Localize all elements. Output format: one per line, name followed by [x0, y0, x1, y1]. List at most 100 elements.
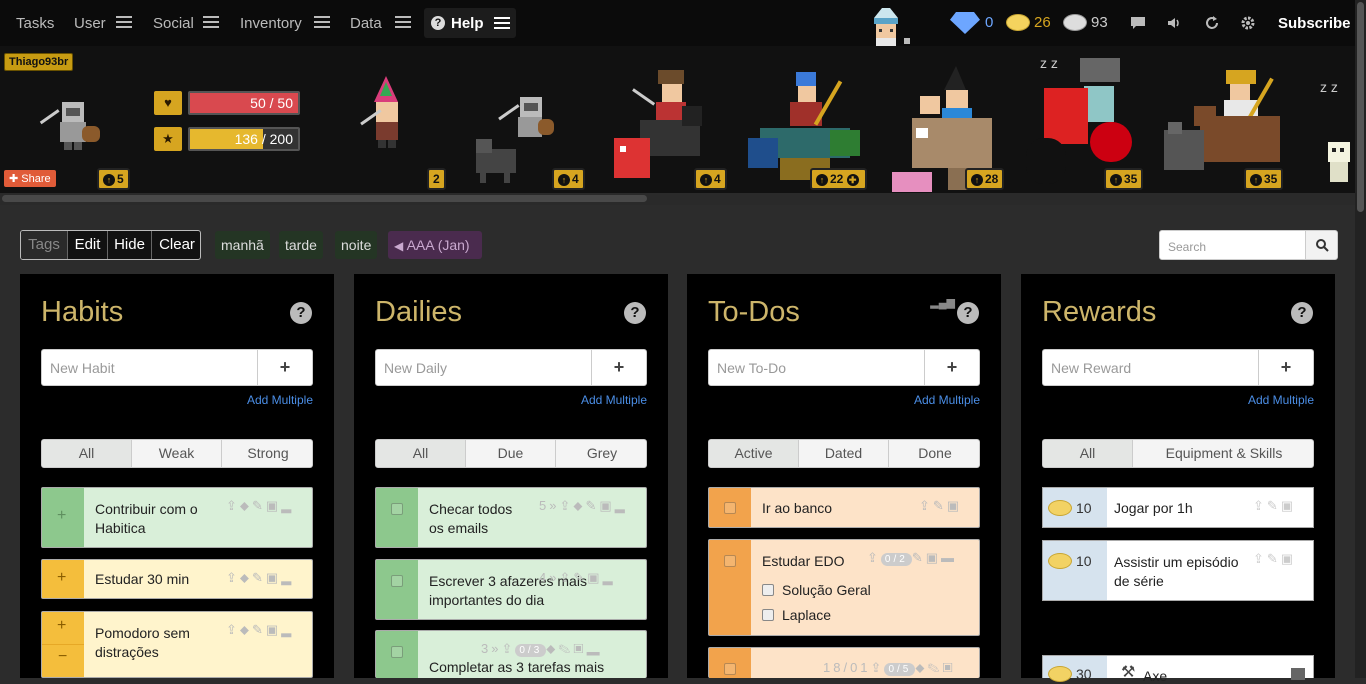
todo-checkbox-area[interactable] — [709, 540, 751, 635]
checklist-item[interactable]: Laplace — [762, 607, 831, 623]
data-menu-icon[interactable] — [395, 14, 411, 30]
daily-checkbox-area[interactable] — [376, 488, 418, 547]
username-badge[interactable]: Thiago93br — [4, 53, 74, 71]
search-input[interactable]: Search — [1159, 230, 1306, 260]
scrollbar-thumb[interactable] — [2, 195, 647, 202]
subscribe-link[interactable]: Subscribe — [1278, 15, 1351, 32]
nav-inventory[interactable]: Inventory — [240, 15, 302, 32]
scrollbar-thumb[interactable] — [1357, 2, 1364, 212]
new-reward-input[interactable]: New Reward — [1042, 349, 1259, 386]
checklist-checkbox[interactable] — [762, 584, 774, 596]
tab-due[interactable]: Due — [466, 440, 556, 467]
todo-checkbox[interactable] — [724, 663, 736, 675]
help-icon[interactable]: ? — [1291, 302, 1313, 324]
help-icon[interactable]: ? — [957, 302, 979, 324]
tags-label[interactable]: Tags — [21, 231, 68, 259]
page-vertical-scrollbar[interactable] — [1355, 0, 1366, 678]
help-menu-icon[interactable] — [494, 15, 510, 31]
reward-buy-button[interactable]: 10 — [1043, 488, 1107, 527]
daily-task[interactable]: Escrever 3 afazeres mais importantes do … — [375, 559, 647, 620]
add-habit-button[interactable]: + — [257, 349, 313, 386]
todo-checkbox[interactable] — [724, 555, 736, 567]
help-menu[interactable]: ? Help — [424, 8, 516, 38]
habit-plus-button[interactable]: + — [42, 560, 84, 598]
habit-plus-button[interactable]: + — [42, 488, 84, 547]
tab-all[interactable]: All — [1043, 440, 1133, 467]
share-button[interactable]: ✚ Share — [4, 170, 56, 187]
tab-all[interactable]: All — [42, 440, 132, 467]
daily-checkbox-area[interactable] — [376, 560, 418, 619]
stats-icon[interactable]: ▂▄▆ — [930, 296, 955, 309]
habit-task[interactable]: + − Pomodoro sem distrações ⇪⬥✎▣▂ — [41, 611, 313, 678]
reward-buy-button[interactable]: 10 — [1043, 541, 1107, 600]
add-todo-button[interactable]: + — [924, 349, 980, 386]
habit-minus-button[interactable]: − — [58, 648, 67, 666]
nav-tasks[interactable]: Tasks — [16, 15, 54, 32]
social-menu-icon[interactable] — [203, 14, 219, 30]
reward-item[interactable]: 10 Jogar por 1h ⇪✎▣ — [1042, 487, 1314, 528]
tag-filter[interactable]: tarde — [279, 231, 323, 259]
inventory-menu-icon[interactable] — [314, 14, 330, 30]
user-avatar[interactable] — [36, 96, 106, 156]
tab-all[interactable]: All — [376, 440, 466, 467]
add-multiple-link[interactable]: Add Multiple — [1248, 393, 1314, 407]
party-member-avatar[interactable] — [470, 91, 565, 186]
help-icon[interactable]: ? — [290, 302, 312, 324]
todo-task[interactable]: 18/01⇪ 0/5 ⬥✎▣ — [708, 647, 980, 678]
tab-grey[interactable]: Grey — [556, 440, 646, 467]
habit-task[interactable]: + Contribuir com o Habitica ⇪⬥✎▣▂ — [41, 487, 313, 548]
todo-checkbox[interactable] — [724, 502, 736, 514]
nav-data[interactable]: Data — [350, 15, 382, 32]
add-reward-button[interactable]: + — [1258, 349, 1314, 386]
reward-item[interactable]: 10 Assistir um episódio de série ⇪✎▣ — [1042, 540, 1314, 601]
todo-task[interactable]: Ir ao banco ⇪✎▣ — [708, 487, 980, 528]
nav-user[interactable]: User — [74, 15, 106, 32]
sync-icon[interactable] — [1204, 15, 1220, 31]
daily-task[interactable]: Checar todos os emails 5»⇪⬥✎▣▂ — [375, 487, 647, 548]
party-member-avatar[interactable]: z z — [1318, 76, 1356, 186]
tag-filter[interactable]: manhã — [215, 231, 270, 259]
tab-dated[interactable]: Dated — [799, 440, 889, 467]
reward-item[interactable]: 30 ⚒ Axe — [1042, 655, 1314, 684]
checklist-checkbox[interactable] — [762, 609, 774, 621]
add-multiple-link[interactable]: Add Multiple — [581, 393, 647, 407]
party-horizontal-scrollbar[interactable] — [0, 193, 1355, 205]
tab-done[interactable]: Done — [889, 440, 979, 467]
tab-active[interactable]: Active — [709, 440, 799, 467]
todo-checkbox-area[interactable] — [709, 648, 751, 678]
nav-social[interactable]: Social — [153, 15, 194, 32]
daily-checkbox[interactable] — [391, 646, 403, 658]
habit-task[interactable]: + Estudar 30 min ⇪⬥✎▣▂ — [41, 559, 313, 599]
todo-task[interactable]: Estudar EDO ⇪ 0/2 ✎▣▬ Solução Geral Laplac… — [708, 539, 980, 636]
tab-strong[interactable]: Strong — [222, 440, 312, 467]
add-multiple-link[interactable]: Add Multiple — [247, 393, 313, 407]
help-icon[interactable]: ? — [624, 302, 646, 324]
reward-buy-button[interactable]: 30 — [1043, 656, 1107, 682]
tab-weak[interactable]: Weak — [132, 440, 222, 467]
checklist-item[interactable]: Solução Geral — [762, 582, 871, 598]
habit-plus-button[interactable]: + — [57, 617, 66, 635]
new-daily-input[interactable]: New Daily — [375, 349, 592, 386]
clear-tags-button[interactable]: Clear — [152, 231, 200, 259]
daily-checkbox-area[interactable] — [376, 631, 418, 678]
avatar-icon[interactable] — [864, 8, 914, 46]
daily-task[interactable]: Completar as 3 tarefas mais 3»⇪ 0/3 ⬥✎▣▂ — [375, 630, 647, 678]
settings-gear-icon[interactable] — [1240, 15, 1256, 31]
tag-filter[interactable]: noite — [335, 231, 378, 259]
edit-tags-button[interactable]: Edit — [68, 231, 108, 259]
challenge-tag-filter[interactable]: ◀ AAA (Jan) — [388, 231, 482, 259]
add-multiple-link[interactable]: Add Multiple — [914, 393, 980, 407]
party-member-avatar[interactable] — [350, 76, 420, 161]
tab-equipment-skills[interactable]: Equipment & Skills — [1133, 440, 1313, 467]
daily-checkbox[interactable] — [391, 503, 403, 515]
daily-checkbox[interactable] — [391, 575, 403, 587]
sound-icon[interactable] — [1166, 15, 1182, 31]
new-todo-input[interactable]: New To-Do — [708, 349, 925, 386]
hide-tags-button[interactable]: Hide — [108, 231, 152, 259]
todo-checkbox-area[interactable] — [709, 488, 751, 527]
user-menu-icon[interactable] — [116, 14, 132, 30]
new-habit-input[interactable]: New Habit — [41, 349, 258, 386]
add-daily-button[interactable]: + — [591, 349, 647, 386]
chat-icon[interactable] — [1130, 15, 1146, 31]
search-button[interactable] — [1305, 230, 1338, 260]
